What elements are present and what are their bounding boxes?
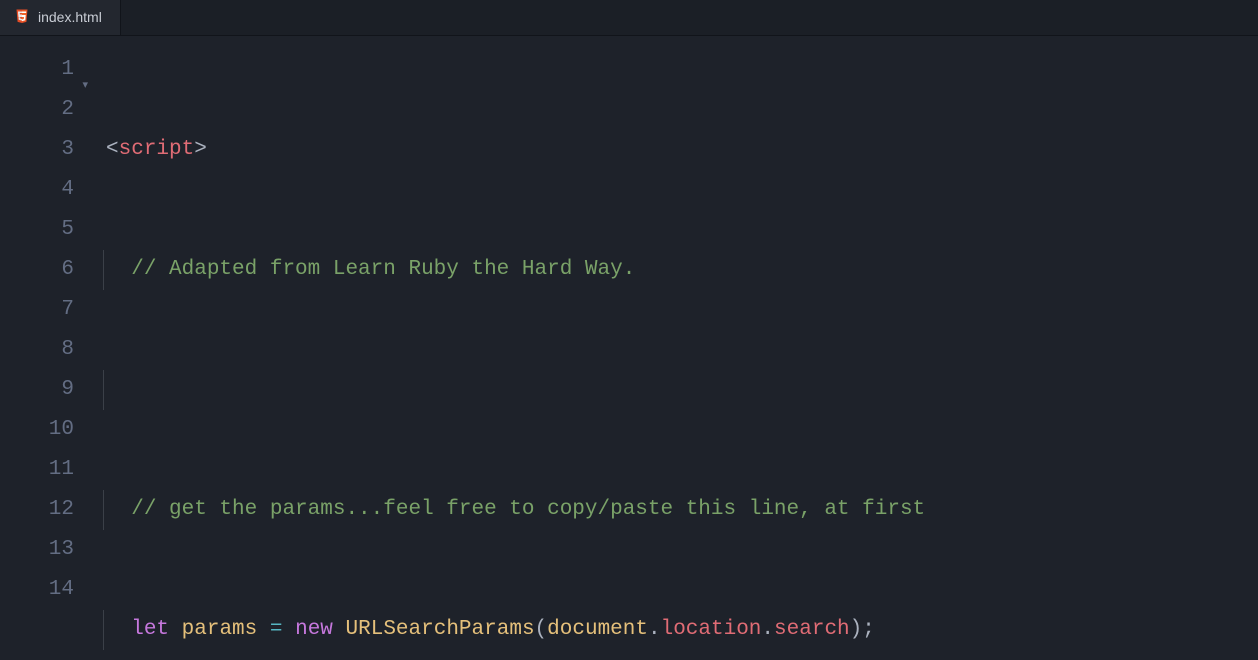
line-number: 10 <box>0 410 74 450</box>
line-number: 7 <box>0 290 74 330</box>
line-number: 12 <box>0 490 74 530</box>
line-number: 3 <box>0 130 74 170</box>
line-number-gutter: 1▾ 2 3 4 5 6 7 8 9 10 11 12 13 14 <box>0 50 80 660</box>
code-editor: index.html 1▾ 2 3 4 5 6 7 8 9 10 11 12 1… <box>0 0 1258 660</box>
code-line: // Adapted from Learn Ruby the Hard Way. <box>106 250 1258 290</box>
code-line <box>106 370 1258 410</box>
line-number: 5 <box>0 210 74 250</box>
line-number: 4 <box>0 170 74 210</box>
line-number: 13 <box>0 530 74 570</box>
line-number: 14 <box>0 570 74 610</box>
tab-label: index.html <box>38 9 102 25</box>
code-area[interactable]: 1▾ 2 3 4 5 6 7 8 9 10 11 12 13 14 <scrip… <box>0 36 1258 660</box>
code-content[interactable]: <script> // Adapted from Learn Ruby the … <box>80 50 1258 660</box>
line-number: 9 <box>0 370 74 410</box>
line-number: 2 <box>0 90 74 130</box>
code-line: <script> <box>106 130 1258 170</box>
line-number: 11 <box>0 450 74 490</box>
code-line: let params = new URLSearchParams(documen… <box>106 610 1258 650</box>
line-number: 1▾ <box>0 50 74 90</box>
fold-arrow-icon[interactable]: ▾ <box>82 66 88 106</box>
tab-index-html[interactable]: index.html <box>0 0 121 35</box>
code-line: // get the params...feel free to copy/pa… <box>106 490 1258 530</box>
line-number: 6 <box>0 250 74 290</box>
html5-icon <box>14 8 30 27</box>
line-number: 8 <box>0 330 74 370</box>
tab-bar: index.html <box>0 0 1258 36</box>
